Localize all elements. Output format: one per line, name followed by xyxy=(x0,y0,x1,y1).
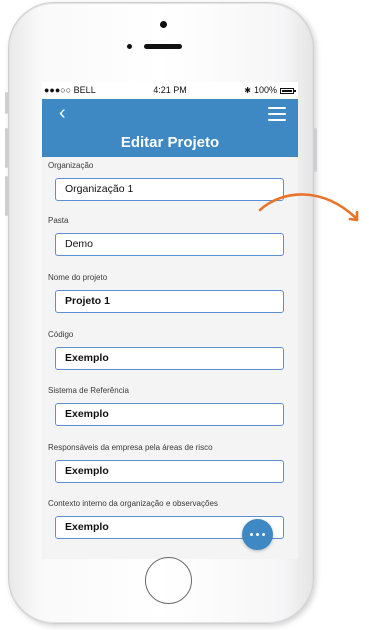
curved-arrow-icon xyxy=(258,193,359,222)
power-button xyxy=(314,128,317,172)
battery-percent: 100% xyxy=(253,85,277,95)
more-dots-icon xyxy=(249,532,254,537)
hamburger-menu-icon[interactable] xyxy=(268,107,286,122)
field-responsaveis: Responsáveis da empresa pela áreas de ri… xyxy=(48,439,288,495)
folder-input[interactable]: Demo xyxy=(55,233,284,256)
field-label: Código xyxy=(48,330,74,339)
battery-icon xyxy=(280,87,296,94)
chevron-left-icon[interactable]: ‹ xyxy=(59,103,66,123)
home-button[interactable] xyxy=(145,557,192,604)
bluetooth-icon: ✱ xyxy=(244,86,251,95)
proximity-sensor xyxy=(127,44,132,49)
more-actions-button[interactable] xyxy=(242,519,273,550)
mute-switch xyxy=(5,92,8,114)
field-nome-projeto: Nome do projeto Projeto 1 xyxy=(48,269,288,326)
field-label: Responsáveis da empresa pela áreas de ri… xyxy=(48,443,213,452)
volume-down-button xyxy=(5,176,8,216)
volume-up-button xyxy=(5,128,8,168)
project-name-input[interactable]: Projeto 1 xyxy=(55,290,284,313)
battery-indicator: ✱ 100% xyxy=(244,82,296,99)
field-label: Organização xyxy=(48,161,94,170)
field-codigo: Código Exemplo xyxy=(48,326,288,382)
page-title: Editar Projeto xyxy=(120,134,220,151)
field-sistema-referencia: Sistema de Referência Exemplo xyxy=(48,382,288,439)
code-input[interactable]: Exemplo xyxy=(55,347,284,370)
phone-screen: ●●●○○ BELL 4:21 PM ✱ 100% ‹ Editar Proje… xyxy=(42,82,298,559)
front-camera xyxy=(160,21,167,28)
earpiece-speaker xyxy=(144,44,182,49)
nav-bar: ‹ Editar Projeto xyxy=(42,99,298,157)
reference-system-input[interactable]: Exemplo xyxy=(55,403,284,426)
phone-frame: ●●●○○ BELL 4:21 PM ✱ 100% ‹ Editar Proje… xyxy=(8,2,314,624)
field-label: Nome do projeto xyxy=(48,273,108,282)
field-label: Sistema de Referência xyxy=(48,386,129,395)
organization-input[interactable]: Organização 1 xyxy=(55,178,284,201)
field-label: Contexto interno da organização e observ… xyxy=(48,499,218,508)
status-bar: ●●●○○ BELL 4:21 PM ✱ 100% xyxy=(42,82,298,99)
responsible-input[interactable]: Exemplo xyxy=(55,460,284,483)
